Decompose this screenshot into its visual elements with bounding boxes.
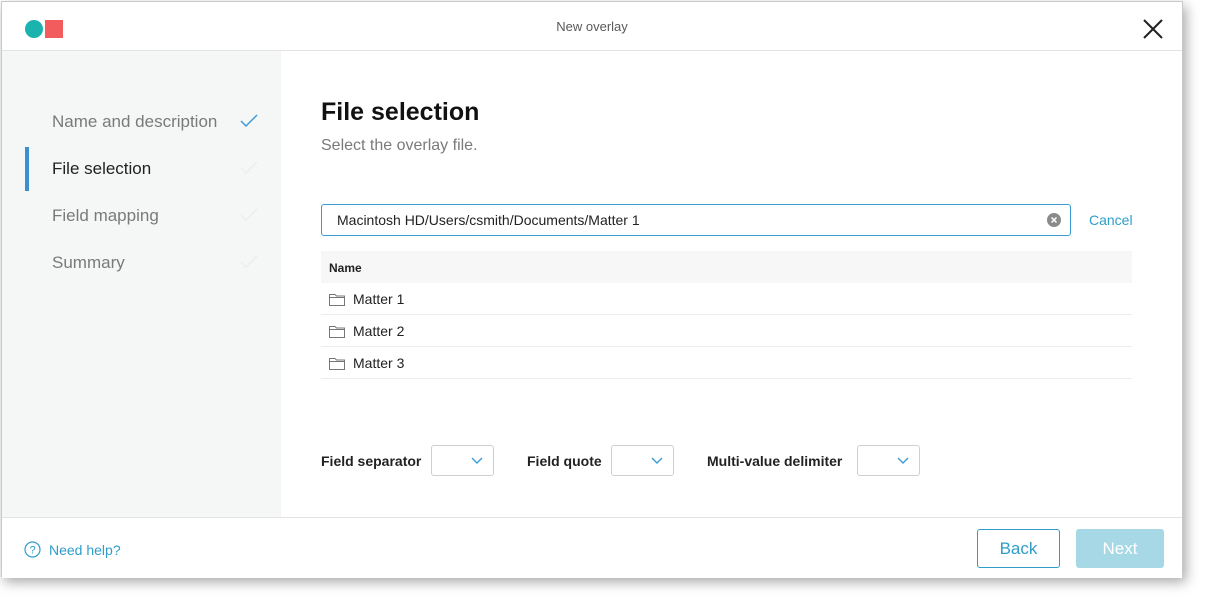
step-label: File selection [52, 159, 152, 178]
checkmark-icon [240, 114, 258, 128]
path-field [321, 204, 1071, 236]
need-help-link[interactable]: Need help? [49, 542, 121, 558]
chevron-down-icon [471, 457, 483, 464]
close-icon [1143, 19, 1163, 39]
dialog-header: New overlay [2, 2, 1182, 51]
table-row[interactable]: Matter 3 [321, 347, 1132, 379]
close-button[interactable] [1141, 17, 1165, 41]
chevron-down-icon [897, 457, 909, 464]
page-subtitle: Select the overlay file. [321, 137, 478, 154]
svg-text:?: ? [29, 545, 35, 557]
dialog-footer: ? Need help? Back Next [2, 517, 1182, 578]
table-row[interactable]: Matter 1 [321, 283, 1132, 315]
row-name: Matter 1 [353, 291, 405, 307]
step-label: Field mapping [52, 206, 159, 225]
file-list-table: Name Matter 1 Matter 2 Matter 3 [321, 251, 1132, 379]
step-name-and-description[interactable]: Name and description [2, 100, 281, 144]
page-title: File selection [321, 98, 480, 126]
step-label: Summary [52, 253, 125, 272]
active-step-indicator [25, 147, 29, 191]
row-name: Matter 3 [353, 355, 405, 371]
checkmark-icon [240, 208, 258, 222]
wizard-steps-sidebar: Name and description File selection Fiel… [2, 51, 281, 517]
field-separator-label: Field separator [321, 453, 422, 469]
step-file-selection[interactable]: File selection [2, 147, 281, 191]
help-icon[interactable]: ? [24, 541, 41, 558]
field-quote-select[interactable] [611, 445, 674, 476]
checkmark-icon [240, 255, 258, 269]
folder-icon [329, 294, 345, 306]
step-summary[interactable]: Summary [2, 241, 281, 285]
window-title: New overlay [556, 19, 628, 34]
step-field-mapping[interactable]: Field mapping [2, 194, 281, 238]
back-button[interactable]: Back [977, 529, 1060, 568]
chevron-down-icon [651, 457, 663, 464]
multi-value-delimiter-label: Multi-value delimiter [707, 453, 843, 469]
row-name: Matter 2 [353, 323, 405, 339]
table-header: Name [321, 251, 1132, 283]
folder-icon [329, 358, 345, 370]
checkmark-icon [240, 161, 258, 175]
next-button[interactable]: Next [1076, 529, 1164, 568]
column-header-name[interactable]: Name [329, 261, 362, 275]
field-quote-label: Field quote [527, 453, 602, 469]
multi-value-delimiter-select[interactable] [857, 445, 920, 476]
main-content: File selection Select the overlay file. … [281, 51, 1182, 517]
field-separator-select[interactable] [431, 445, 494, 476]
table-row[interactable]: Matter 2 [321, 315, 1132, 347]
cancel-link[interactable]: Cancel [1089, 212, 1133, 228]
new-overlay-dialog: New overlay Name and description File se… [1, 1, 1183, 578]
folder-icon [329, 326, 345, 338]
step-label: Name and description [52, 112, 218, 131]
path-input[interactable] [322, 205, 1032, 235]
clear-icon[interactable] [1047, 213, 1061, 227]
